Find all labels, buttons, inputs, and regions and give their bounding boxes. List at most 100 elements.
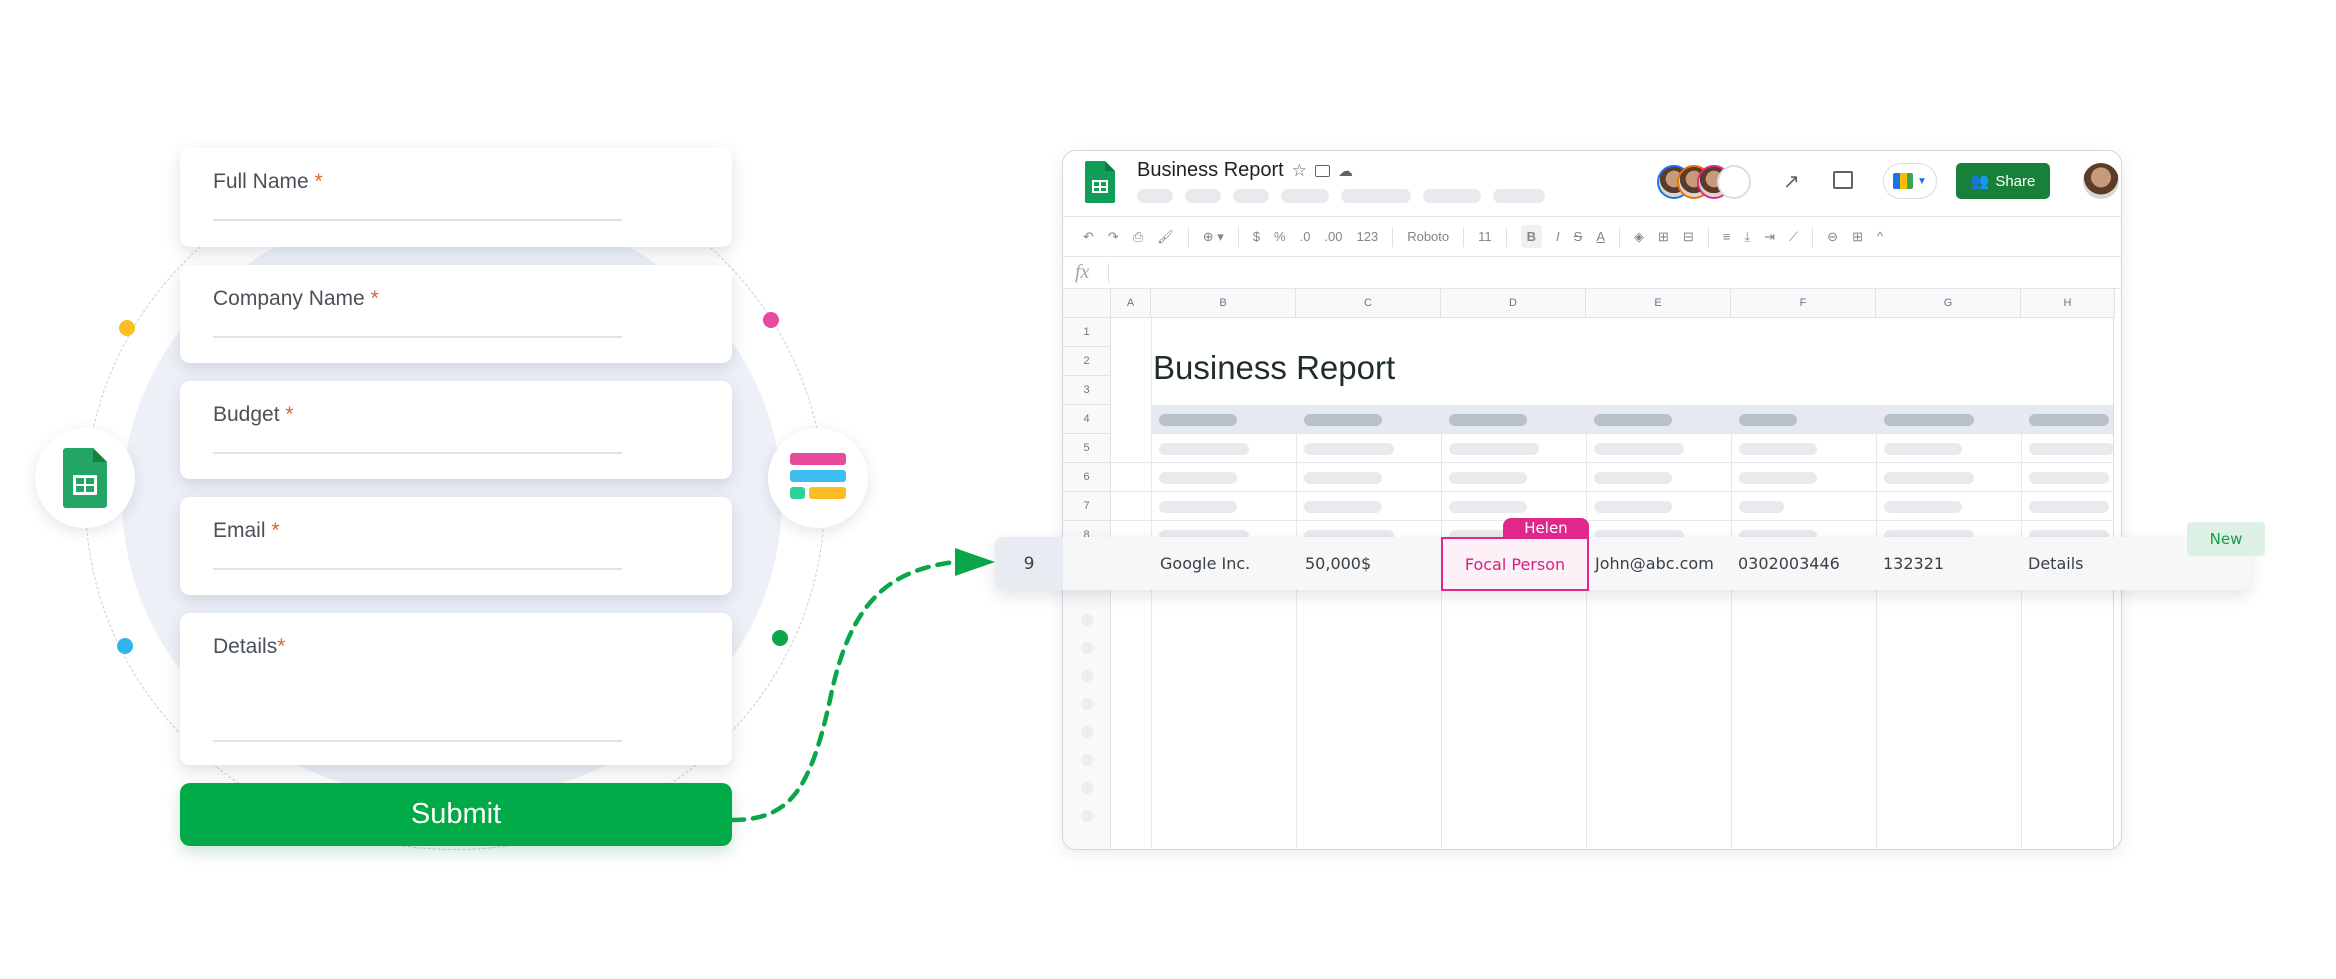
horizontal-align-icon[interactable]: ≡: [1723, 229, 1731, 244]
phone-cell[interactable]: 0302003446: [1738, 537, 1840, 590]
report-title-cell[interactable]: Business Report: [1153, 349, 1395, 387]
flow-arrow: [730, 548, 995, 823]
header-placeholder: [1594, 414, 1672, 426]
zoom-icon[interactable]: ⊕ ▾: [1203, 229, 1224, 245]
row-header[interactable]: 5: [1063, 434, 1111, 463]
vertical-align-icon[interactable]: ⤓: [1744, 229, 1750, 245]
email-cell[interactable]: John@abc.com: [1595, 537, 1714, 590]
chevron-down-icon: ▼: [1917, 175, 1927, 187]
row-header[interactable]: 4: [1063, 405, 1111, 434]
bold-button[interactable]: B: [1520, 225, 1543, 248]
text-wrap-icon[interactable]: ⇥: [1764, 229, 1775, 245]
decrease-decimal-button[interactable]: .0: [1300, 229, 1311, 244]
cloud-status-icon[interactable]: ☁: [1338, 162, 1353, 180]
toolbar-divider: [1237, 226, 1239, 247]
empty-row-marker: [1081, 670, 1093, 682]
menu-item-placeholder[interactable]: [1493, 189, 1545, 203]
formatting-toolbar: ↶ ↷ ⎙ 🖌 ⊕ ▾ $ % .0 .00 123 Roboto 11 B I…: [1063, 217, 2121, 257]
paint-format-icon[interactable]: 🖌: [1157, 229, 1174, 245]
menu-item-placeholder[interactable]: [1423, 189, 1481, 203]
menu-item-placeholder[interactable]: [1185, 189, 1221, 203]
document-title[interactable]: Business Report: [1137, 159, 1284, 182]
strikethrough-button[interactable]: S: [1574, 229, 1583, 244]
submit-button[interactable]: Submit: [180, 783, 732, 846]
menu-item-placeholder[interactable]: [1341, 189, 1411, 203]
move-folder-icon[interactable]: [1315, 164, 1330, 177]
cell-placeholder: [1884, 472, 1974, 484]
font-size-dropdown[interactable]: 11: [1478, 229, 1492, 244]
collaborator-cursor-label: Helen: [1503, 518, 1589, 538]
budget-cell[interactable]: 50,000$: [1305, 537, 1371, 590]
details-field[interactable]: Details*: [180, 613, 732, 765]
required-asterisk: *: [271, 519, 280, 542]
italic-button[interactable]: I: [1556, 229, 1560, 244]
cell-placeholder: [1739, 443, 1817, 455]
undo-icon[interactable]: ↶: [1083, 229, 1094, 245]
meet-button[interactable]: ▼: [1883, 163, 1937, 199]
column-header[interactable]: E: [1586, 289, 1731, 318]
user-account-avatar[interactable]: [2083, 163, 2119, 199]
cell-placeholder: [1884, 501, 1962, 513]
currency-format-button[interactable]: $: [1253, 229, 1260, 244]
text-rotation-icon[interactable]: ⟋: [1789, 229, 1798, 245]
print-icon[interactable]: ⎙: [1133, 229, 1143, 245]
empty-row-marker: [1081, 726, 1093, 738]
menu-item-placeholder[interactable]: [1281, 189, 1329, 203]
details-input[interactable]: [213, 740, 622, 742]
formula-bar[interactable]: fx: [1063, 257, 2121, 289]
font-family-dropdown[interactable]: Roboto: [1407, 229, 1449, 244]
header-placeholder: [1739, 414, 1797, 426]
company-cell[interactable]: Google Inc.: [1160, 537, 1250, 590]
toolbar-divider: [1392, 226, 1394, 247]
percent-format-button[interactable]: %: [1274, 229, 1286, 244]
company-name-input[interactable]: [213, 336, 622, 338]
full-name-field[interactable]: Full Name *: [180, 148, 732, 247]
google-sheets-badge: [35, 428, 135, 528]
column-header[interactable]: G: [1876, 289, 2021, 318]
full-name-input[interactable]: [213, 219, 622, 221]
email-field[interactable]: Email *: [180, 497, 732, 595]
star-icon[interactable]: ☆: [1292, 161, 1307, 181]
cell-placeholder: [1449, 501, 1527, 513]
increase-decimal-button[interactable]: .00: [1324, 229, 1342, 244]
new-row[interactable]: 9 Google Inc. 50,000$ John@abc.com 03020…: [995, 537, 2250, 590]
fill-color-icon[interactable]: ◈: [1634, 229, 1644, 245]
menu-item-placeholder[interactable]: [1137, 189, 1173, 203]
borders-icon[interactable]: ⊞: [1658, 229, 1669, 245]
cell-placeholder: [2029, 443, 2114, 455]
column-header[interactable]: H: [2021, 289, 2115, 318]
cell-placeholder: [1159, 501, 1237, 513]
row-header[interactable]: 2: [1063, 347, 1111, 376]
focal-person-cell[interactable]: Focal Person: [1441, 537, 1589, 591]
comments-icon[interactable]: [1833, 171, 1853, 189]
redo-icon[interactable]: ↷: [1108, 229, 1119, 245]
row-header[interactable]: 3: [1063, 376, 1111, 405]
menu-item-placeholder[interactable]: [1233, 189, 1269, 203]
column-header[interactable]: A: [1111, 289, 1151, 318]
select-all-corner[interactable]: [1063, 289, 1111, 318]
more-collaborators-icon[interactable]: [1717, 165, 1751, 199]
insert-comment-icon[interactable]: ⊞: [1852, 229, 1863, 245]
merge-cells-icon[interactable]: ⊟: [1683, 229, 1694, 245]
column-header[interactable]: F: [1731, 289, 1876, 318]
row-header[interactable]: 6: [1063, 463, 1111, 492]
header-placeholder: [1304, 414, 1382, 426]
id-cell[interactable]: 132321: [1883, 537, 1944, 590]
column-header[interactable]: B: [1151, 289, 1296, 318]
budget-field[interactable]: Budget *: [180, 381, 732, 479]
company-name-field[interactable]: Company Name *: [180, 265, 732, 363]
row-header[interactable]: 7: [1063, 492, 1111, 521]
email-input[interactable]: [213, 568, 622, 570]
column-header[interactable]: D: [1441, 289, 1586, 318]
budget-input[interactable]: [213, 452, 622, 454]
toolbar-divider: [1707, 226, 1709, 247]
collapse-toolbar-icon[interactable]: ^: [1877, 229, 1883, 244]
row-header[interactable]: 1: [1063, 318, 1111, 347]
activity-trend-icon[interactable]: ↗: [1783, 169, 1800, 194]
insert-link-icon[interactable]: ⊖: [1827, 229, 1838, 245]
text-color-button[interactable]: A: [1596, 229, 1605, 244]
share-button[interactable]: 👥 Share: [1956, 163, 2050, 199]
number-format-dropdown[interactable]: 123: [1357, 229, 1379, 244]
column-header[interactable]: C: [1296, 289, 1441, 318]
details-cell[interactable]: Details: [2028, 537, 2083, 590]
